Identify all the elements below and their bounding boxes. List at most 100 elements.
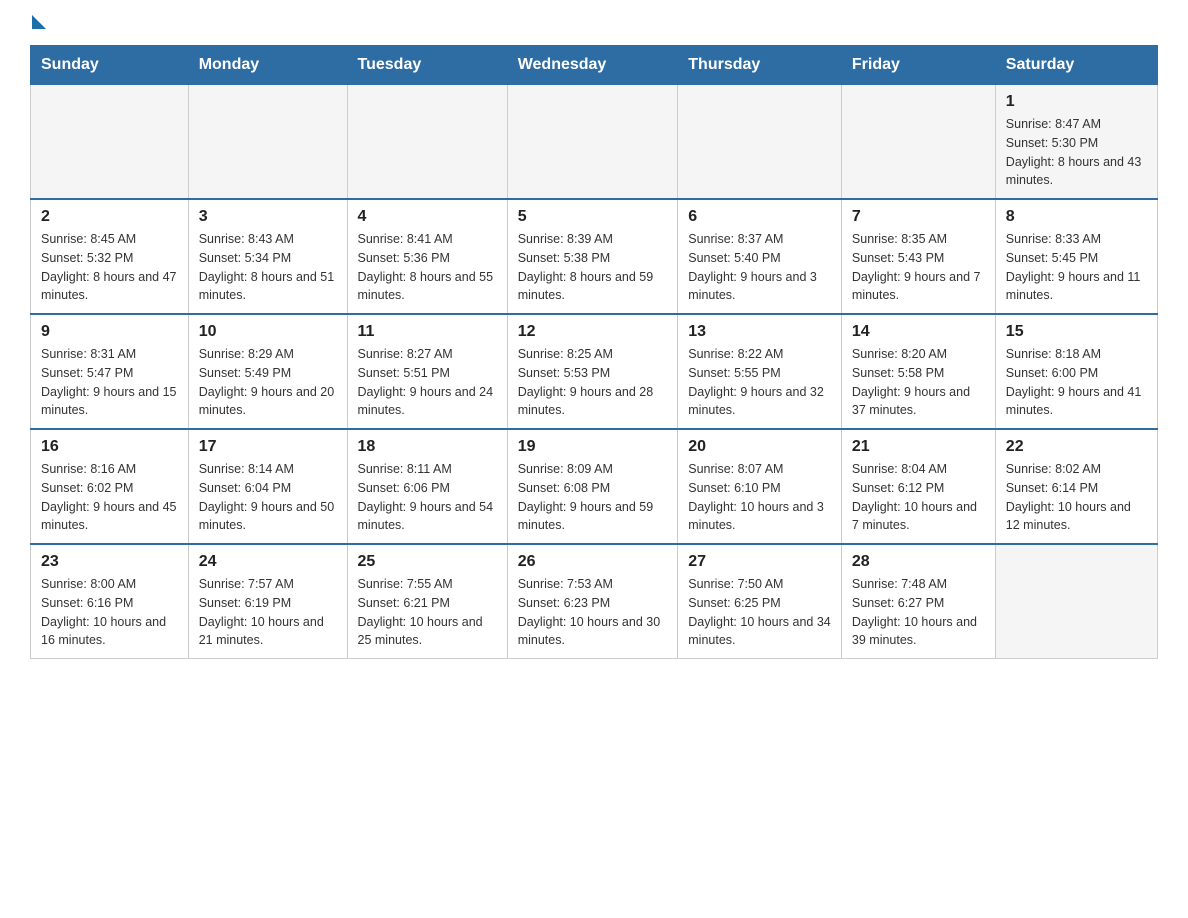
calendar-week-row: 23 Sunrise: 8:00 AM Sunset: 6:16 PM Dayli…: [31, 544, 1158, 659]
day-info: Sunrise: 7:57 AM Sunset: 6:19 PM Dayligh…: [199, 575, 337, 650]
calendar-week-row: 2 Sunrise: 8:45 AM Sunset: 5:32 PM Daylig…: [31, 199, 1158, 314]
day-number: 6: [688, 208, 831, 226]
day-number: 9: [41, 323, 178, 341]
weekday-header-friday: Friday: [841, 46, 995, 85]
logo-arrow-icon: [32, 15, 46, 29]
day-number: 20: [688, 438, 831, 456]
calendar-cell: 24 Sunrise: 7:57 AM Sunset: 6:19 PM Dayli…: [188, 544, 347, 659]
day-number: 16: [41, 438, 178, 456]
day-number: 19: [518, 438, 668, 456]
day-number: 22: [1006, 438, 1147, 456]
calendar-cell: 15Sunrise: 8:18 AM Sunset: 6:00 PM Dayli…: [995, 314, 1157, 429]
calendar-cell: 27 Sunrise: 7:50 AM Sunset: 6:25 PM Dayli…: [678, 544, 842, 659]
day-info: Sunrise: 8:33 AM Sunset: 5:45 PM Dayligh…: [1006, 230, 1147, 305]
day-number: 13: [688, 323, 831, 341]
calendar-cell: [995, 544, 1157, 659]
day-number: 17: [199, 438, 337, 456]
day-info: Sunrise: 8:35 AM Sunset: 5:43 PM Dayligh…: [852, 230, 985, 305]
day-info: Sunrise: 8:07 AM Sunset: 6:10 PM Dayligh…: [688, 460, 831, 535]
calendar-cell: 17 Sunrise: 8:14 AM Sunset: 6:04 PM Dayli…: [188, 429, 347, 544]
day-number: 21: [852, 438, 985, 456]
calendar-cell: 22 Sunrise: 8:02 AM Sunset: 6:14 PM Dayli…: [995, 429, 1157, 544]
calendar-cell: 3 Sunrise: 8:43 AM Sunset: 5:34 PM Daylig…: [188, 199, 347, 314]
calendar-cell: 26 Sunrise: 7:53 AM Sunset: 6:23 PM Dayli…: [507, 544, 678, 659]
day-number: 1: [1006, 93, 1147, 111]
calendar-cell: 28 Sunrise: 7:48 AM Sunset: 6:27 PM Dayli…: [841, 544, 995, 659]
weekday-header-wednesday: Wednesday: [507, 46, 678, 85]
calendar-cell: 16 Sunrise: 8:16 AM Sunset: 6:02 PM Dayli…: [31, 429, 189, 544]
day-number: 28: [852, 553, 985, 571]
day-info: Sunrise: 8:22 AM Sunset: 5:55 PM Dayligh…: [688, 345, 831, 420]
calendar-cell: 20 Sunrise: 8:07 AM Sunset: 6:10 PM Dayli…: [678, 429, 842, 544]
calendar-cell: [841, 85, 995, 200]
day-info: Sunrise: 8:27 AM Sunset: 5:51 PM Dayligh…: [358, 345, 497, 420]
weekday-header-sunday: Sunday: [31, 46, 189, 85]
day-info: Sunrise: 8:00 AM Sunset: 6:16 PM Dayligh…: [41, 575, 178, 650]
logo: [30, 20, 46, 25]
calendar-cell: 1 Sunrise: 8:47 AM Sunset: 5:30 PM Daylig…: [995, 85, 1157, 200]
weekday-header-saturday: Saturday: [995, 46, 1157, 85]
day-info: Sunrise: 7:53 AM Sunset: 6:23 PM Dayligh…: [518, 575, 668, 650]
day-info: Sunrise: 8:11 AM Sunset: 6:06 PM Dayligh…: [358, 460, 497, 535]
day-info: Sunrise: 8:25 AM Sunset: 5:53 PM Dayligh…: [518, 345, 668, 420]
day-info: Sunrise: 8:43 AM Sunset: 5:34 PM Dayligh…: [199, 230, 337, 305]
day-info: Sunrise: 8:18 AM Sunset: 6:00 PM Dayligh…: [1006, 345, 1147, 420]
day-info: Sunrise: 7:48 AM Sunset: 6:27 PM Dayligh…: [852, 575, 985, 650]
calendar-cell: 10 Sunrise: 8:29 AM Sunset: 5:49 PM Dayli…: [188, 314, 347, 429]
day-info: Sunrise: 8:41 AM Sunset: 5:36 PM Dayligh…: [358, 230, 497, 305]
day-number: 2: [41, 208, 178, 226]
day-info: Sunrise: 8:14 AM Sunset: 6:04 PM Dayligh…: [199, 460, 337, 535]
day-info: Sunrise: 8:45 AM Sunset: 5:32 PM Dayligh…: [41, 230, 178, 305]
day-number: 14: [852, 323, 985, 341]
day-number: 12: [518, 323, 668, 341]
day-info: Sunrise: 7:50 AM Sunset: 6:25 PM Dayligh…: [688, 575, 831, 650]
weekday-header-row: SundayMondayTuesdayWednesdayThursdayFrid…: [31, 46, 1158, 85]
calendar-cell: 2 Sunrise: 8:45 AM Sunset: 5:32 PM Daylig…: [31, 199, 189, 314]
calendar-cell: [347, 85, 507, 200]
calendar-week-row: 16 Sunrise: 8:16 AM Sunset: 6:02 PM Dayli…: [31, 429, 1158, 544]
weekday-header-thursday: Thursday: [678, 46, 842, 85]
calendar-cell: [188, 85, 347, 200]
calendar-cell: 18 Sunrise: 8:11 AM Sunset: 6:06 PM Dayli…: [347, 429, 507, 544]
day-info: Sunrise: 8:39 AM Sunset: 5:38 PM Dayligh…: [518, 230, 668, 305]
day-number: 25: [358, 553, 497, 571]
day-info: Sunrise: 8:02 AM Sunset: 6:14 PM Dayligh…: [1006, 460, 1147, 535]
day-info: Sunrise: 8:09 AM Sunset: 6:08 PM Dayligh…: [518, 460, 668, 535]
day-number: 10: [199, 323, 337, 341]
calendar-cell: 4 Sunrise: 8:41 AM Sunset: 5:36 PM Daylig…: [347, 199, 507, 314]
day-info: Sunrise: 8:47 AM Sunset: 5:30 PM Dayligh…: [1006, 115, 1147, 190]
calendar-cell: [678, 85, 842, 200]
day-number: 24: [199, 553, 337, 571]
calendar-cell: 5Sunrise: 8:39 AM Sunset: 5:38 PM Daylig…: [507, 199, 678, 314]
calendar-cell: 13 Sunrise: 8:22 AM Sunset: 5:55 PM Dayli…: [678, 314, 842, 429]
calendar-cell: 19 Sunrise: 8:09 AM Sunset: 6:08 PM Dayli…: [507, 429, 678, 544]
day-info: Sunrise: 8:37 AM Sunset: 5:40 PM Dayligh…: [688, 230, 831, 305]
calendar-cell: 8 Sunrise: 8:33 AM Sunset: 5:45 PM Daylig…: [995, 199, 1157, 314]
calendar-cell: 11 Sunrise: 8:27 AM Sunset: 5:51 PM Dayli…: [347, 314, 507, 429]
day-info: Sunrise: 8:20 AM Sunset: 5:58 PM Dayligh…: [852, 345, 985, 420]
calendar-cell: 25 Sunrise: 7:55 AM Sunset: 6:21 PM Dayli…: [347, 544, 507, 659]
day-number: 18: [358, 438, 497, 456]
day-number: 27: [688, 553, 831, 571]
day-info: Sunrise: 8:29 AM Sunset: 5:49 PM Dayligh…: [199, 345, 337, 420]
calendar-cell: 21 Sunrise: 8:04 AM Sunset: 6:12 PM Dayli…: [841, 429, 995, 544]
day-info: Sunrise: 8:31 AM Sunset: 5:47 PM Dayligh…: [41, 345, 178, 420]
day-info: Sunrise: 7:55 AM Sunset: 6:21 PM Dayligh…: [358, 575, 497, 650]
day-number: 23: [41, 553, 178, 571]
day-info: Sunrise: 8:04 AM Sunset: 6:12 PM Dayligh…: [852, 460, 985, 535]
calendar-cell: [31, 85, 189, 200]
calendar-cell: 12 Sunrise: 8:25 AM Sunset: 5:53 PM Dayli…: [507, 314, 678, 429]
calendar-table: SundayMondayTuesdayWednesdayThursdayFrid…: [30, 45, 1158, 659]
calendar-cell: [507, 85, 678, 200]
calendar-cell: 14 Sunrise: 8:20 AM Sunset: 5:58 PM Dayli…: [841, 314, 995, 429]
weekday-header-monday: Monday: [188, 46, 347, 85]
day-number: 11: [358, 323, 497, 341]
calendar-week-row: 9 Sunrise: 8:31 AM Sunset: 5:47 PM Daylig…: [31, 314, 1158, 429]
day-number: 8: [1006, 208, 1147, 226]
day-number: 4: [358, 208, 497, 226]
calendar-cell: 7Sunrise: 8:35 AM Sunset: 5:43 PM Daylig…: [841, 199, 995, 314]
day-number: 26: [518, 553, 668, 571]
calendar-cell: 9 Sunrise: 8:31 AM Sunset: 5:47 PM Daylig…: [31, 314, 189, 429]
day-number: 3: [199, 208, 337, 226]
day-info: Sunrise: 8:16 AM Sunset: 6:02 PM Dayligh…: [41, 460, 178, 535]
